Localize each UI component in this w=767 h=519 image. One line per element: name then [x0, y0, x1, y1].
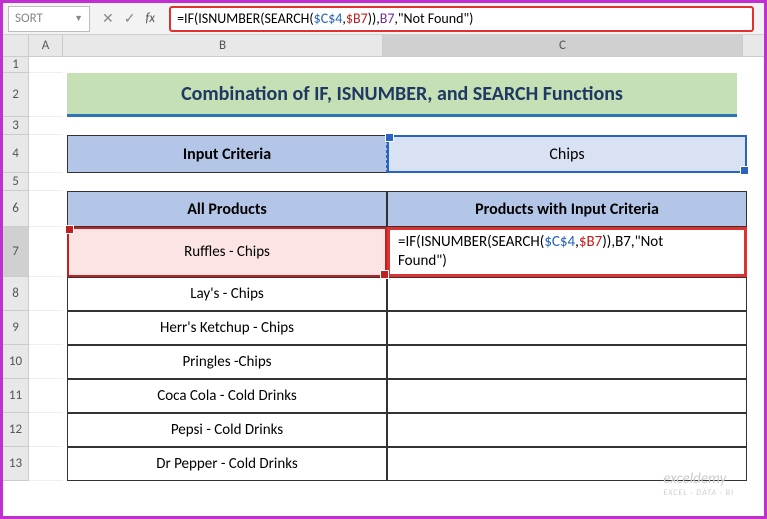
- product-cell[interactable]: Dr Pepper - Cold Drinks: [67, 447, 387, 481]
- input-criteria-value[interactable]: Chips: [387, 135, 747, 173]
- row-header-4[interactable]: 4: [3, 135, 29, 173]
- result-cell[interactable]: [387, 345, 747, 379]
- row-header-10[interactable]: 10: [3, 345, 29, 379]
- row-8: 8 Lay's - Chips: [3, 277, 764, 311]
- name-box[interactable]: SORT ▼: [8, 6, 90, 32]
- watermark: exceldemy EXCEL · DATA · BI: [663, 470, 734, 498]
- row-11: 11 Coca Cola - Cold Drinks: [3, 379, 764, 413]
- row-3: 3: [3, 117, 764, 135]
- input-criteria-label[interactable]: Input Criteria: [67, 135, 387, 173]
- row-6: 6 All Products Products with Input Crite…: [3, 191, 764, 227]
- row-header-2[interactable]: 2: [3, 73, 29, 117]
- row-13: 13 Dr Pepper - Cold Drinks: [3, 447, 764, 481]
- formula-input[interactable]: =IF(ISNUMBER(SEARCH($C$4,$B7)),B7,"Not F…: [169, 6, 754, 32]
- col-header-a[interactable]: A: [29, 35, 63, 56]
- row-5: 5: [3, 173, 764, 191]
- product-cell[interactable]: Herr's Ketchup - Chips: [67, 311, 387, 345]
- result-cell[interactable]: [387, 311, 747, 345]
- watermark-text: exceldemy: [663, 470, 726, 488]
- result-cell[interactable]: [387, 379, 747, 413]
- col-header-c[interactable]: C: [383, 35, 743, 56]
- row-9: 9 Herr's Ketchup - Chips: [3, 311, 764, 345]
- row-header-3[interactable]: 3: [3, 117, 29, 135]
- row-1: 1: [3, 57, 764, 73]
- spreadsheet-grid: A B C 1 2 Combination of IF, ISNUMBER, a…: [3, 35, 764, 481]
- col-header-b[interactable]: B: [63, 35, 383, 56]
- product-cell[interactable]: Lay's - Chips: [67, 277, 387, 311]
- row-header-13[interactable]: 13: [3, 447, 29, 481]
- products-criteria-header[interactable]: Products with Input Criteria: [387, 191, 747, 227]
- row-header-6[interactable]: 6: [3, 191, 29, 227]
- enter-icon[interactable]: ✓: [124, 10, 136, 27]
- all-products-header[interactable]: All Products: [67, 191, 387, 227]
- result-cell[interactable]: [387, 277, 747, 311]
- fx-icon[interactable]: fx: [145, 11, 155, 26]
- formula-bar-buttons: ✕ ✓ fx: [92, 10, 165, 27]
- row-header-5[interactable]: 5: [3, 173, 29, 191]
- dropdown-icon[interactable]: ▼: [74, 13, 83, 24]
- name-box-value: SORT: [15, 11, 43, 26]
- row-header-11[interactable]: 11: [3, 379, 29, 413]
- row-4: 4 Input Criteria Chips: [3, 135, 764, 173]
- row-header-7[interactable]: 7: [3, 227, 29, 277]
- row-7: 7 Ruffles - Chips =IF(ISNUMBER(SEARCH($C…: [3, 227, 764, 277]
- product-cell[interactable]: Coca Cola - Cold Drinks: [67, 379, 387, 413]
- product-cell[interactable]: Pepsi - Cold Drinks: [67, 413, 387, 447]
- result-cell[interactable]: [387, 413, 747, 447]
- row-2: 2 Combination of IF, ISNUMBER, and SEARC…: [3, 73, 764, 117]
- row-header-12[interactable]: 12: [3, 413, 29, 447]
- row-12: 12 Pepsi - Cold Drinks: [3, 413, 764, 447]
- active-cell-c7[interactable]: =IF(ISNUMBER(SEARCH($C$4,$B7)),B7,"Not F…: [387, 227, 747, 277]
- row-header-1[interactable]: 1: [3, 57, 29, 73]
- row-header-8[interactable]: 8: [3, 277, 29, 311]
- row-header-9[interactable]: 9: [3, 311, 29, 345]
- formula-bar: SORT ▼ ✕ ✓ fx =IF(ISNUMBER(SEARCH($C$4,$…: [3, 3, 764, 35]
- cancel-icon[interactable]: ✕: [102, 10, 114, 27]
- select-all-corner[interactable]: [3, 35, 29, 56]
- column-headers: A B C: [3, 35, 764, 57]
- watermark-sub: EXCEL · DATA · BI: [663, 488, 734, 498]
- row-10: 10 Pringles -Chips: [3, 345, 764, 379]
- title-cell[interactable]: Combination of IF, ISNUMBER, and SEARCH …: [67, 73, 737, 117]
- product-cell[interactable]: Pringles -Chips: [67, 345, 387, 379]
- product-cell-b7[interactable]: Ruffles - Chips: [67, 227, 387, 277]
